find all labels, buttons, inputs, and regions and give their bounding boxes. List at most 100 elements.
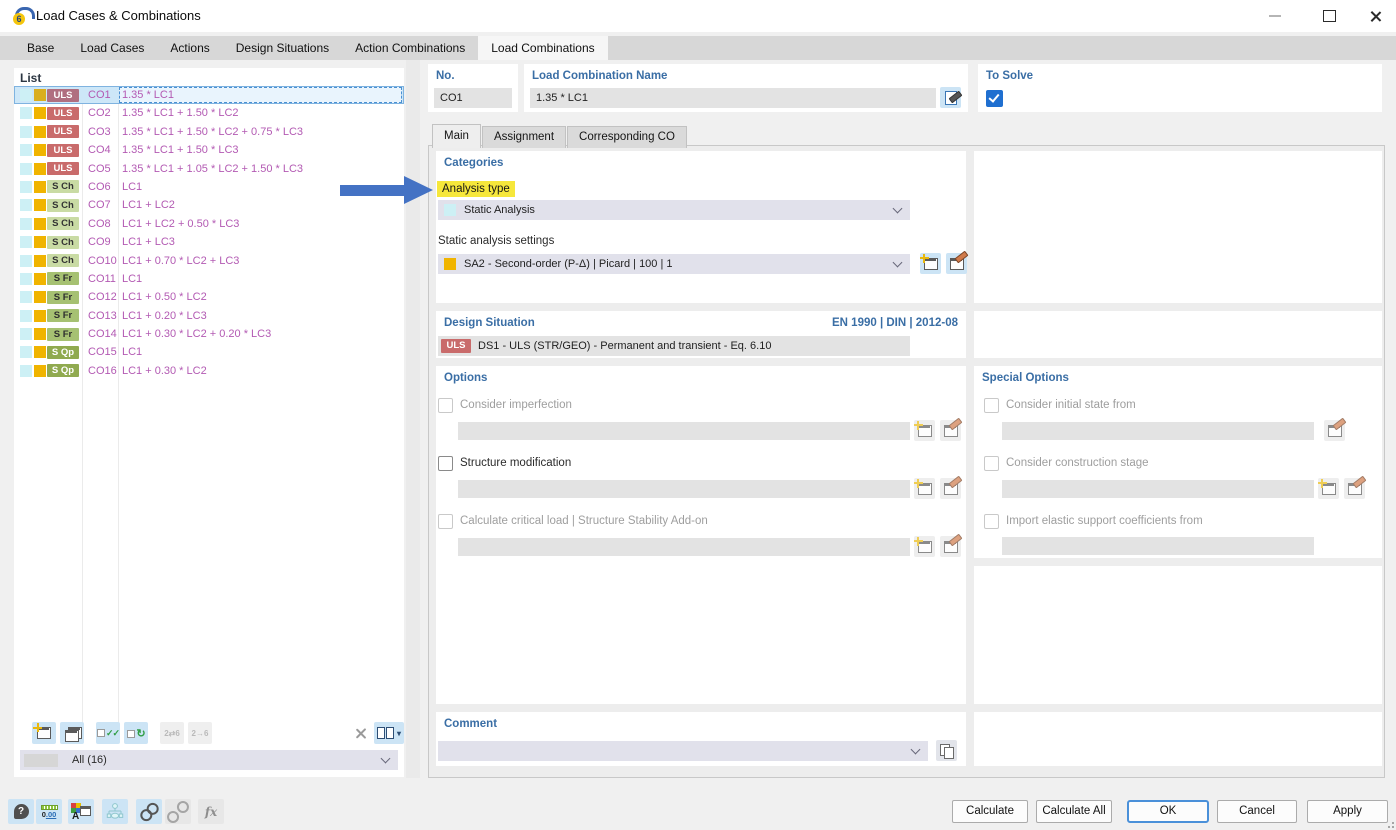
edit-name-button[interactable] xyxy=(940,87,962,108)
consider-imperfection-checkbox[interactable] xyxy=(438,398,453,413)
minimize-button[interactable] xyxy=(1258,0,1292,32)
list-item[interactable]: S Fr CO12 LC1 + 0.50 * LC2 xyxy=(14,288,404,306)
analysis-color-swatch xyxy=(20,254,32,267)
ok-button[interactable]: OK xyxy=(1127,800,1209,823)
structure-modification-select xyxy=(458,480,910,498)
new-stability-button xyxy=(913,536,935,557)
row-formula: LC1 xyxy=(122,272,143,285)
options-panel: Options Consider imperfection Structure … xyxy=(436,366,966,704)
number-panel: No. CO1 xyxy=(428,64,518,112)
design-situation-badge: ULS xyxy=(47,162,79,176)
row-id: CO7 xyxy=(88,199,111,212)
design-situation-text: DS1 - ULS (STR/GEO) - Permanent and tran… xyxy=(478,340,772,352)
list-item[interactable]: S Ch CO10 LC1 + 0.70 * LC2 + LC3 xyxy=(14,252,404,270)
close-button[interactable] xyxy=(1358,0,1392,32)
delete-button[interactable] xyxy=(348,722,372,744)
critical-load-checkbox[interactable] xyxy=(438,514,453,529)
row-id: CO4 xyxy=(88,144,111,157)
no-field: CO1 xyxy=(434,88,512,108)
name-field[interactable]: 1.35 * LC1 xyxy=(530,88,936,108)
elastic-support-checkbox[interactable] xyxy=(984,514,999,529)
invert-selection-button[interactable]: ↻ xyxy=(124,722,148,744)
filter-select[interactable]: All (16) xyxy=(20,750,398,770)
no-label: No. xyxy=(436,70,455,82)
initial-state-checkbox[interactable] xyxy=(984,398,999,413)
calculate-button[interactable]: Calculate xyxy=(952,800,1028,823)
columns-button[interactable]: ▾ xyxy=(374,722,404,744)
edit-settings-button[interactable] xyxy=(946,250,968,274)
tab-load-cases[interactable]: Load Cases xyxy=(67,36,157,60)
list-item[interactable]: ULS CO2 1.35 * LC1 + 1.50 * LC2 xyxy=(14,104,404,122)
list-item[interactable]: S Fr CO14 LC1 + 0.30 * LC2 + 0.20 * LC3 xyxy=(14,325,404,343)
comment-copy-button[interactable] xyxy=(936,740,957,761)
list-item[interactable]: S Qp CO16 LC1 + 0.30 * LC2 xyxy=(14,362,404,380)
list-item[interactable]: ULS CO4 1.35 * LC1 + 1.50 * LC3 xyxy=(14,141,404,159)
calculate-all-button[interactable]: Calculate All xyxy=(1036,800,1112,823)
category-color-swatch xyxy=(34,125,46,138)
row-formula: 1.35 * LC1 xyxy=(119,87,402,104)
row-id: CO8 xyxy=(88,217,111,230)
renumber-button[interactable]: 2⇄6 xyxy=(160,722,184,744)
categories-heading: Categories xyxy=(444,157,504,169)
help-button[interactable]: ? xyxy=(8,799,34,824)
row-id: CO1 xyxy=(88,89,111,101)
special-options-heading: Special Options xyxy=(982,372,1069,384)
units-decimals-button[interactable]: 0.00 xyxy=(36,799,62,824)
analysis-color-swatch xyxy=(20,328,32,341)
to-solve-label: To Solve xyxy=(986,70,1034,82)
to-solve-panel: To Solve xyxy=(978,64,1382,112)
comment-combobox[interactable] xyxy=(438,741,928,761)
renumber-all-button[interactable]: 2→6 xyxy=(188,722,212,744)
list-panel: List ULS CO1 1.35 * LC1 ULS CO2 1.35 * LC1 + … xyxy=(14,68,404,777)
function-button[interactable]: fx xyxy=(198,799,224,824)
comment-heading: Comment xyxy=(444,718,498,730)
link-button[interactable] xyxy=(136,799,162,824)
apply-button[interactable]: Apply xyxy=(1307,800,1388,823)
list-item[interactable]: S Fr CO13 LC1 + 0.20 * LC3 xyxy=(14,307,404,325)
list-item[interactable]: S Ch CO9 LC1 + LC3 xyxy=(14,233,404,251)
design-situation-value[interactable]: ULS DS1 - ULS (STR/GEO) - Permanent and … xyxy=(438,336,910,356)
subtab-assignment[interactable]: Assignment xyxy=(481,126,567,148)
subtab-main[interactable]: Main xyxy=(432,124,481,148)
subtab-corresponding-co[interactable]: Corresponding CO xyxy=(567,126,687,148)
list-item[interactable]: ULS CO1 1.35 * LC1 xyxy=(14,86,404,105)
cancel-button[interactable]: Cancel xyxy=(1217,800,1297,823)
new-settings-button[interactable] xyxy=(919,253,941,274)
tab-actions[interactable]: Actions xyxy=(157,36,222,60)
structure-modification-checkbox[interactable] xyxy=(438,456,453,471)
tab-base[interactable]: Base xyxy=(14,36,67,60)
list-item[interactable]: S Fr CO11 LC1 xyxy=(14,270,404,288)
copy-combination-button[interactable] xyxy=(60,722,84,744)
chevron-down-icon xyxy=(892,203,903,214)
category-color-swatch xyxy=(34,89,46,101)
vertical-scrollbar[interactable] xyxy=(406,60,420,778)
construction-stage-checkbox[interactable] xyxy=(984,456,999,471)
tab-action-combinations[interactable]: Action Combinations xyxy=(342,36,478,60)
to-solve-checkbox[interactable] xyxy=(986,90,1003,107)
list-item[interactable]: S Ch CO8 LC1 + LC2 + 0.50 * LC3 xyxy=(14,215,404,233)
maximize-button[interactable] xyxy=(1312,0,1346,32)
tab-load-combinations[interactable]: Load Combinations xyxy=(478,36,608,60)
unlink-button[interactable] xyxy=(164,798,192,825)
category-color-swatch xyxy=(34,162,46,175)
design-situation-heading: Design Situation xyxy=(444,317,535,329)
design-situation-badge: S Ch xyxy=(47,198,79,212)
panel-placeholder xyxy=(974,712,1382,766)
analysis-type-select[interactable]: Static Analysis xyxy=(438,200,910,220)
resize-grip[interactable] xyxy=(1386,820,1394,828)
new-combination-button[interactable] xyxy=(32,722,56,744)
uls-badge: ULS xyxy=(441,339,471,353)
check-all-button[interactable]: ✓✓ xyxy=(96,722,120,744)
critical-load-label: Calculate critical load | Structure Stab… xyxy=(460,515,708,527)
list-item[interactable]: ULS CO3 1.35 * LC1 + 1.50 * LC2 + 0.75 * L… xyxy=(14,123,404,141)
structure-tree-button[interactable] xyxy=(102,799,128,824)
row-id: CO6 xyxy=(88,180,111,193)
load-cases-dialog: { "window": { "title": "Load Cases & Com… xyxy=(0,0,1396,830)
tab-design-situations[interactable]: Design Situations xyxy=(223,36,342,60)
static-settings-select[interactable]: SA2 - Second-order (P-Δ) | Picard | 100 … xyxy=(438,254,910,274)
list-item[interactable]: S Qp CO15 LC1 xyxy=(14,343,404,361)
new-imperfection-button xyxy=(913,420,935,441)
row-id: CO2 xyxy=(88,107,111,120)
display-settings-button[interactable]: A xyxy=(68,799,94,824)
sub-tab-bar: Main Assignment Corresponding CO xyxy=(432,124,688,148)
